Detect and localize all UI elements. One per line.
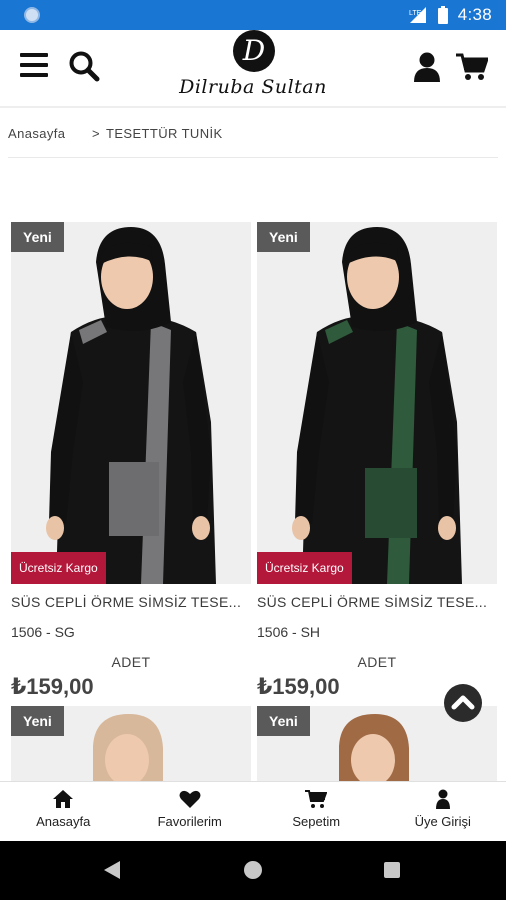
home-icon [53,790,74,808]
status-icons: LTE 4:38 [408,0,492,30]
product-name[interactable]: SÜS CEPLİ ÖRME SİMSİZ TESE... [11,594,251,610]
nav-favorites[interactable]: Favorilerim [127,782,254,841]
brand-logo[interactable]: D Dilruba Sultan [176,30,330,108]
product-photo [11,222,251,584]
clock: 4:38 [457,5,492,24]
product-unit: ADET [111,654,151,670]
product-code: 1506 - SG [11,624,75,640]
user-icon [435,789,450,809]
cart-icon[interactable] [456,52,488,82]
status-bar: LTE 4:38 [0,0,506,30]
chevron-up-icon [451,695,475,710]
product-image[interactable]: Yeni Ücretsiz Kargo [257,222,497,584]
hamburger-icon-bar [20,63,48,67]
product-unit: ADET [357,654,397,670]
hamburger-icon-bar [20,73,48,77]
breadcrumb-separator: > [92,126,100,141]
new-badge: Yeni [257,706,310,736]
scroll-to-top-button[interactable] [444,684,482,722]
product-image[interactable]: Yeni [11,706,251,786]
nav-home[interactable]: Anasayfa [0,782,127,841]
product-image[interactable]: Yeni Ücretsiz Kargo [11,222,251,584]
breadcrumb-current: TESETTÜR TUNİK [106,126,223,141]
signal-icon: LTE [409,7,426,23]
system-navigation-bar [0,841,506,900]
product-price: ₺159,00 [257,674,340,699]
home-circle-icon[interactable] [244,861,262,879]
product-name[interactable]: SÜS CEPLİ ÖRME SİMSİZ TESE... [257,594,497,610]
hamburger-icon [20,53,48,57]
nav-cart-label: Sepetim [292,814,341,829]
new-badge: Yeni [11,706,64,736]
menu-button[interactable] [20,53,48,77]
logo-mark: D [233,30,275,72]
product-photo [257,222,497,584]
nav-home-label: Anasayfa [36,814,91,829]
free-shipping-badge: Ücretsiz Kargo [257,552,352,584]
network-type-label: LTE [409,10,422,17]
nav-cart[interactable]: Sepetim [253,782,380,841]
free-shipping-badge: Ücretsiz Kargo [11,552,106,584]
product-price: ₺159,00 [11,674,94,699]
bottom-navigation: Anasayfa Favorilerim Sepetim Üye Girişi [0,781,506,841]
new-badge: Yeni [11,222,64,252]
nav-login[interactable]: Üye Girişi [380,782,506,841]
breadcrumb: Anasayfa > TESETTÜR TUNİK [8,126,498,146]
cart-icon [305,790,328,808]
breadcrumb-home-link[interactable]: Anasayfa [8,126,65,141]
back-icon[interactable] [104,861,120,879]
logo-text: Dilruba Sultan [179,76,327,98]
recent-apps-icon[interactable] [384,862,400,878]
app-header: D Dilruba Sultan [0,30,506,108]
search-icon[interactable] [68,50,100,82]
product-code: 1506 - SH [257,624,321,640]
nav-favorites-label: Favorilerim [157,814,222,829]
battery-icon [437,6,448,24]
notification-icon [24,7,40,23]
heart-icon [179,790,201,808]
divider [8,157,498,158]
nav-login-label: Üye Girişi [414,814,471,829]
new-badge: Yeni [257,222,310,252]
user-icon[interactable] [414,52,440,82]
